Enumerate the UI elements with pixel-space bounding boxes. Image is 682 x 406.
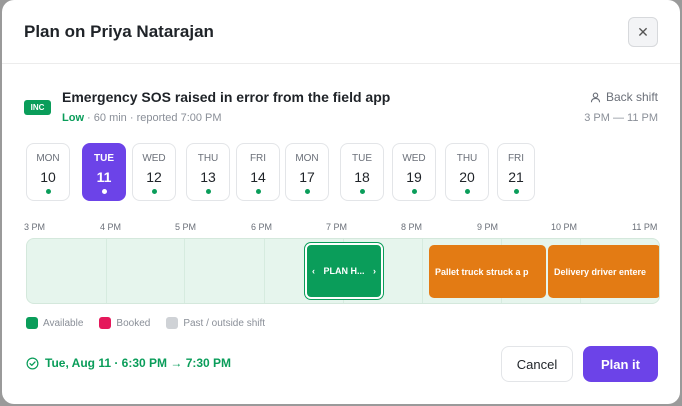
day-button[interactable]: WED 19 (392, 143, 436, 201)
day-of-week: FRI (249, 153, 267, 164)
hour-label: 5 PM (175, 222, 197, 232)
day-button[interactable]: MON 10 (26, 143, 70, 201)
day-of-week: WED (402, 153, 426, 164)
legend-swatch (166, 317, 179, 329)
day-button[interactable]: THU 13 (186, 143, 230, 201)
hour-label: 3 PM (24, 222, 46, 232)
dialog-title: Plan on Priya Natarajan (24, 21, 214, 41)
day-of-week: WED (142, 153, 166, 164)
hour-label: 6 PM (251, 222, 273, 232)
shift-name: Back shift (605, 90, 658, 104)
selected-slot-text: Tue, Aug 11 · 6:30 PM → 7:30 PM (45, 356, 232, 370)
incident-title: Emergency SOS raised in error from the f… (62, 89, 391, 105)
hour-gridline (106, 239, 107, 303)
legend-swatch (99, 317, 112, 329)
hour-gridline (264, 239, 265, 303)
day-of-week: THU (456, 153, 478, 164)
booked-event[interactable]: Pallet truck struck a p (429, 245, 546, 298)
legend-item: Past / outside shift (166, 317, 265, 329)
legend-label: Booked (116, 317, 151, 329)
day-number: 21 (508, 169, 524, 185)
day-number: 10 (40, 169, 56, 185)
shift-label: Back shift (590, 90, 658, 104)
day-number: 17 (299, 169, 315, 185)
availability-dot (205, 189, 211, 194)
day-number: 20 (459, 169, 475, 185)
event-label: Delivery driver entere (554, 266, 647, 277)
day-of-week: TUE (352, 153, 372, 164)
day-number: 11 (96, 169, 112, 185)
timeline-hour-labels: 3 PM 4 PM 5 PM 6 PM 7 PM 8 PM 9 PM 10 PM… (2, 222, 680, 236)
availability-dot (359, 189, 365, 194)
availability-dot (45, 189, 51, 194)
incident-type-badge: INC (24, 100, 51, 115)
legend-item: Booked (99, 317, 150, 329)
hour-label: 8 PM (401, 222, 423, 232)
plan-block[interactable]: ‹ PLAN H... › (305, 243, 383, 299)
incident-details: · 60 min · reported 7:00 PM (84, 112, 222, 124)
legend-item: Available (26, 317, 83, 329)
day-button-selected[interactable]: TUE 11 (82, 143, 126, 201)
hour-label: 10 PM (551, 222, 578, 232)
legend-label: Available (43, 317, 84, 329)
booked-event[interactable]: Delivery driver entere (548, 245, 659, 298)
hour-gridline (422, 239, 423, 303)
day-of-week: MON (36, 153, 60, 164)
day-button[interactable]: MON 17 (285, 143, 329, 201)
availability-dot (101, 189, 107, 194)
day-button[interactable]: WED 12 (132, 143, 176, 201)
event-label: Pallet truck struck a p (435, 266, 529, 277)
incident-priority: Low (62, 112, 84, 124)
day-button[interactable]: THU 20 (445, 143, 489, 201)
hour-label: 4 PM (100, 222, 122, 232)
availability-dot (255, 189, 261, 194)
plan-dialog: Plan on Priya Natarajan ✕ INC Emergency … (2, 0, 680, 404)
shift-time: 3 PM — 11 PM (584, 112, 658, 124)
selected-slot: Tue, Aug 11 · 6:30 PM → 7:30 PM (26, 356, 231, 370)
availability-dot (304, 189, 310, 194)
person-icon (590, 92, 601, 102)
day-button[interactable]: FRI 21 (497, 143, 535, 201)
legend-swatch (26, 317, 38, 329)
hour-label: 7 PM (326, 222, 348, 232)
close-icon: ✕ (637, 23, 649, 40)
day-of-week: TUE (94, 153, 114, 164)
hour-label: 11 PM (632, 222, 658, 232)
day-number: 19 (406, 169, 422, 185)
availability-dot (151, 189, 157, 194)
chevron-left-icon[interactable]: ‹ (312, 266, 315, 276)
day-button[interactable]: FRI 14 (236, 143, 280, 201)
day-of-week: THU (197, 153, 219, 164)
day-number: 18 (354, 169, 370, 185)
legend: Available Booked Past / outside shift (26, 316, 281, 330)
cancel-button[interactable]: Cancel (501, 346, 573, 382)
chevron-right-icon[interactable]: › (373, 266, 376, 276)
day-of-week: FRI (507, 153, 525, 164)
day-number: 12 (146, 169, 162, 185)
availability-dot (411, 189, 417, 194)
legend-label: Past / outside shift (183, 317, 266, 329)
incident-meta: Low · 60 min · reported 7:00 PM (62, 112, 222, 124)
close-button[interactable]: ✕ (628, 17, 658, 47)
plan-it-button[interactable]: Plan it (583, 346, 658, 382)
timeline-track[interactable]: ‹ PLAN H... › Pallet truck struck a p De… (26, 238, 660, 304)
check-circle-icon (26, 357, 39, 369)
day-button[interactable]: TUE 18 (340, 143, 384, 201)
hour-gridline (184, 239, 185, 303)
dialog-header: Plan on Priya Natarajan (2, 0, 680, 64)
availability-dot (464, 189, 470, 194)
availability-dot (513, 189, 519, 194)
day-of-week: MON (295, 153, 319, 164)
incident-summary: INC Emergency SOS raised in error from t… (24, 89, 658, 129)
day-number: 13 (200, 169, 216, 185)
plan-block-label: PLAN H... (323, 266, 365, 276)
day-number: 14 (250, 169, 266, 185)
hour-label: 9 PM (477, 222, 499, 232)
